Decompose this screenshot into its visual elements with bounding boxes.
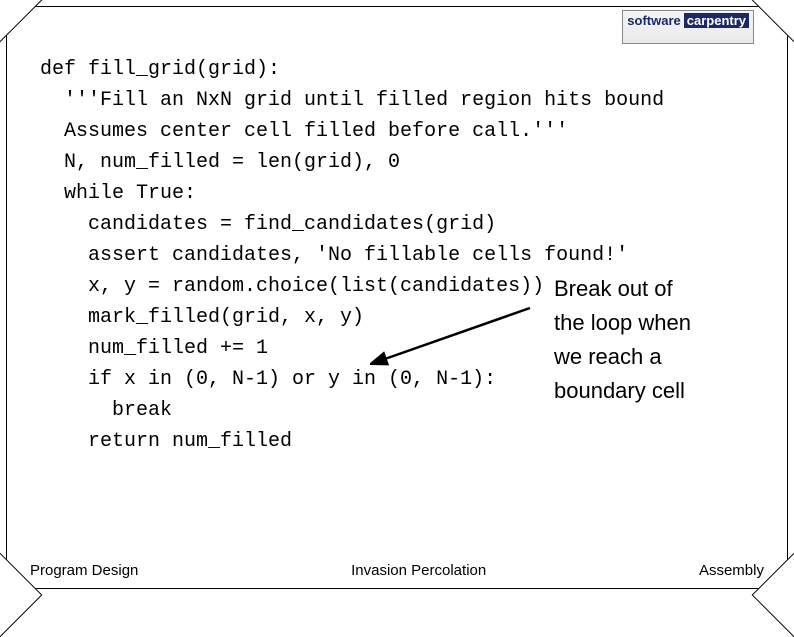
footer: Program Design Invasion Percolation Asse… — [30, 562, 764, 579]
code-line: x, y = random.choice(list(candidates)) — [40, 275, 544, 298]
logo-main: software carpentry — [627, 13, 749, 28]
footer-center: Invasion Percolation — [351, 562, 486, 579]
code-line: return num_filled — [40, 430, 292, 453]
annotation-line: the loop when — [554, 306, 754, 340]
code-line: break — [40, 399, 172, 422]
corner-cut-tr — [752, 0, 794, 42]
annotation-line: we reach a — [554, 340, 754, 374]
logo-word-carpentry: carpentry — [684, 13, 749, 28]
annotation-line: Break out of — [554, 272, 754, 306]
code-line: candidates = find_candidates(grid) — [40, 213, 496, 236]
footer-right: Assembly — [699, 562, 764, 579]
code-line: N, num_filled = len(grid), 0 — [40, 151, 400, 174]
annotation-line: boundary cell — [554, 374, 754, 408]
logo-word-software: software — [627, 13, 680, 28]
annotation-text: Break out of the loop when we reach a bo… — [554, 272, 754, 408]
brand-logo: software carpentry — [622, 10, 754, 44]
code-line: if x in (0, N-1) or y in (0, N-1): — [40, 368, 496, 391]
code-line: while True: — [40, 182, 196, 205]
code-line: assert candidates, 'No fillable cells fo… — [40, 244, 628, 267]
footer-left: Program Design — [30, 562, 138, 579]
code-line: def fill_grid(grid): — [40, 58, 280, 81]
corner-cut-tl — [0, 0, 42, 42]
code-line: mark_filled(grid, x, y) — [40, 306, 364, 329]
code-line: num_filled += 1 — [40, 337, 268, 360]
code-line: '''Fill an NxN grid until filled region … — [40, 89, 664, 112]
code-line: Assumes center cell filled before call.'… — [40, 120, 568, 143]
